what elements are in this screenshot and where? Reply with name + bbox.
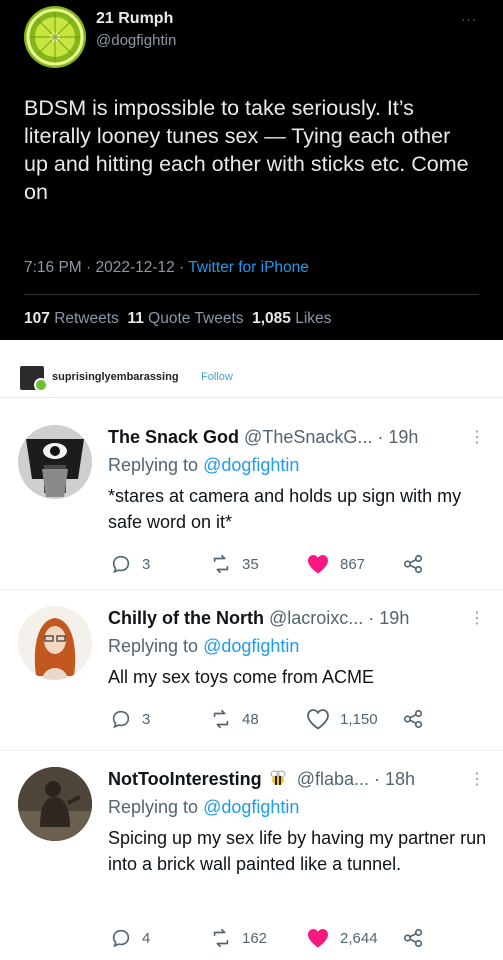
more-icon[interactable]: ⋮ (469, 769, 485, 789)
like-button[interactable]: 1,150 (306, 708, 378, 730)
tweet-text: BDSM is impossible to take seriously. It… (24, 96, 469, 204)
reply-icon (112, 555, 130, 574)
tweet-meta: 7:16 PM · 2022-12-12 · Twitter for iPhon… (24, 259, 309, 277)
author-name[interactable]: 21 Rumph (96, 10, 173, 28)
share-icon (403, 928, 423, 948)
tweet-source[interactable]: Twitter for iPhone (188, 259, 309, 276)
main-tweet: 21 Rumph @dogfightin ··· BDSM is impossi… (0, 0, 503, 340)
reply-name[interactable]: The Snack God (108, 427, 239, 447)
reply-count: 3 (142, 555, 151, 573)
replying-handle[interactable]: @dogfightin (203, 455, 299, 475)
share-button[interactable] (402, 927, 424, 949)
quotes-label[interactable]: Quote Tweets (148, 310, 243, 327)
retweets-label[interactable]: Retweets (54, 310, 119, 327)
reply-actions: 4 162 2,644 (108, 927, 483, 951)
author-handle[interactable]: @dogfightin (96, 32, 176, 49)
replying-handle[interactable]: @dogfightin (203, 636, 299, 656)
tumblr-header: suprisinglyembarassing Follow (0, 352, 503, 398)
reply-author[interactable]: The Snack God @TheSnackG... · 19h (108, 427, 418, 448)
reply-handle[interactable]: @lacroixc... · 19h (269, 608, 409, 628)
tumblr-badge (34, 378, 48, 392)
reply-text: Spicing up my sex life by having my part… (108, 828, 487, 874)
retweet-button[interactable]: 35 (210, 553, 259, 575)
reply-text: *stares at camera and holds up sign with… (108, 486, 462, 532)
share-icon (403, 709, 423, 729)
replying-handle[interactable]: @dogfightin (203, 797, 299, 817)
like-count: 2,644 (340, 929, 378, 947)
more-icon[interactable]: ⋮ (469, 427, 485, 447)
reply-1[interactable]: The Snack God @TheSnackG... · 19h ⋮ Repl… (0, 399, 503, 589)
retweet-count: 162 (242, 929, 268, 947)
share-button[interactable] (402, 553, 424, 575)
avatar[interactable] (24, 6, 86, 68)
reply-handle[interactable]: @flaba... · 18h (297, 769, 415, 789)
reply-button[interactable]: 3 (110, 553, 150, 575)
retweet-button[interactable]: 48 (210, 708, 259, 730)
avatar[interactable] (18, 767, 92, 841)
like-button[interactable]: 867 (306, 553, 365, 575)
share-button[interactable] (402, 708, 424, 730)
more-icon[interactable]: ⋮ (469, 608, 485, 628)
reply-name[interactable]: Chilly of the North (108, 608, 264, 628)
replying-to: Replying to @dogfightin (108, 797, 299, 818)
follow-button[interactable]: Follow (201, 371, 233, 383)
reply-icon (112, 710, 130, 729)
retweet-count: 48 (242, 710, 259, 728)
reply-text: All my sex toys come from ACME (108, 667, 375, 687)
reply-actions: 3 48 1,150 (108, 708, 483, 732)
tumblr-username[interactable]: suprisinglyembarassing (52, 371, 179, 383)
reply-3[interactable]: NotTooInteresting @flaba... · 18h ⋮ Repl… (0, 751, 503, 960)
bee-icon (270, 770, 286, 785)
tweet-timestamp: 7:16 PM · 2022-12-12 · (24, 259, 189, 276)
heart-icon (308, 555, 328, 574)
retweet-button[interactable]: 162 (210, 927, 267, 949)
avatar[interactable] (18, 425, 92, 499)
reply-count: 3 (142, 710, 151, 728)
divider (24, 294, 479, 295)
heart-icon (307, 709, 329, 730)
replying-prefix: Replying to (108, 455, 204, 475)
replying-prefix: Replying to (108, 636, 204, 656)
quotes-count[interactable]: 11 (127, 310, 143, 327)
heart-icon (308, 929, 328, 948)
avatar[interactable] (18, 606, 92, 680)
like-count: 1,150 (340, 710, 378, 728)
replying-to: Replying to @dogfightin (108, 455, 299, 476)
like-button[interactable]: 2,644 (306, 927, 378, 949)
likes-label[interactable]: Likes (295, 310, 331, 327)
reply-button[interactable]: 4 (110, 927, 150, 949)
like-count: 867 (340, 555, 366, 573)
reply-author[interactable]: Chilly of the North @lacroixc... · 19h (108, 608, 409, 629)
divider (0, 340, 503, 352)
reply-handle[interactable]: @TheSnackG... · 19h (244, 427, 418, 447)
retweet-icon (213, 709, 229, 729)
reply-author[interactable]: NotTooInteresting @flaba... · 18h (108, 769, 415, 790)
retweet-count: 35 (242, 555, 259, 573)
replying-prefix: Replying to (108, 797, 204, 817)
tweet-stats: 107 Retweets 11 Quote Tweets 1,085 Likes (24, 310, 331, 328)
retweets-count[interactable]: 107 (24, 310, 50, 327)
retweet-icon (213, 928, 229, 948)
reply-name[interactable]: NotTooInteresting (108, 769, 262, 789)
reply-count: 4 (142, 929, 151, 947)
share-icon (403, 554, 423, 574)
reply-actions: 3 35 867 (108, 553, 483, 577)
reply-icon (112, 929, 130, 948)
more-icon[interactable]: ··· (461, 12, 477, 27)
likes-count[interactable]: 1,085 (252, 310, 291, 327)
reply-button[interactable]: 3 (110, 708, 150, 730)
replying-to: Replying to @dogfightin (108, 636, 299, 657)
reply-2[interactable]: Chilly of the North @lacroixc... · 19h ⋮… (0, 590, 503, 750)
retweet-icon (213, 554, 229, 574)
